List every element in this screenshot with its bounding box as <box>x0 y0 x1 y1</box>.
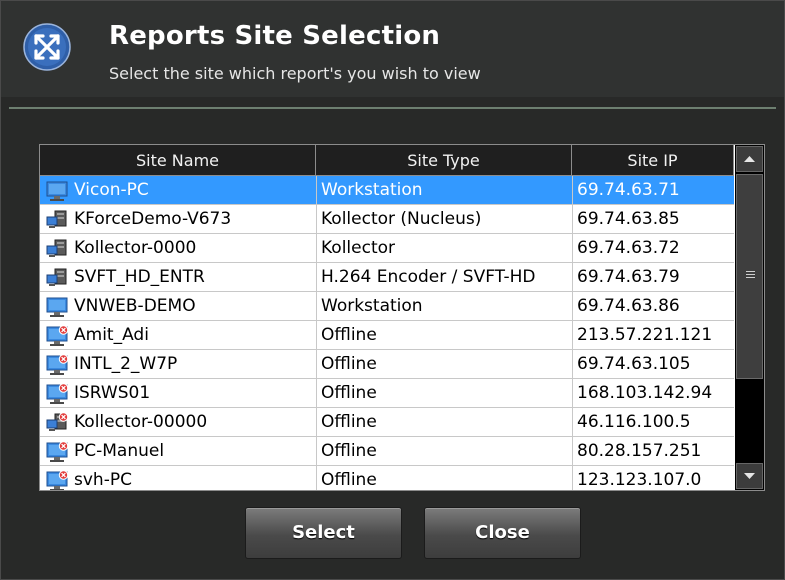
site-name-cell: Kollector-0000 <box>45 234 315 262</box>
site-type-cell: Workstation <box>321 180 423 200</box>
site-name: svh-PC <box>74 470 132 490</box>
workstation-offline-icon <box>45 354 69 376</box>
site-type-cell: Offline <box>321 470 377 490</box>
site-name: Kollector-00000 <box>74 412 208 432</box>
dialog-header: Reports Site Selection Select the site w… <box>1 1 784 97</box>
site-ip-cell: 46.116.100.5 <box>577 412 691 432</box>
column-divider <box>572 176 573 490</box>
grip-icon <box>746 271 755 280</box>
table-row[interactable]: Vicon-PC Workstation 69.74.63.71 <box>40 176 734 205</box>
site-name: INTL_2_W7P <box>74 354 178 374</box>
site-ip-cell: 69.74.63.72 <box>577 238 680 258</box>
table-row[interactable]: KForceDemo-V673 Kollector (Nucleus) 69.74.… <box>40 205 734 234</box>
site-type-cell: Offline <box>321 383 377 403</box>
vertical-scrollbar[interactable] <box>735 145 764 490</box>
site-name: VNWEB-DEMO <box>74 296 196 316</box>
column-header-site-type[interactable]: Site Type <box>316 145 572 175</box>
table-body: Vicon-PC Workstation 69.74.63.71 KForceDemo… <box>40 176 734 490</box>
site-ip-cell: 80.28.157.251 <box>577 441 702 461</box>
column-header-site-ip[interactable]: Site IP <box>572 145 734 175</box>
site-type-cell: H.264 Encoder / SVFT-HD <box>321 267 536 287</box>
dialog-title: Reports Site Selection <box>109 21 441 51</box>
site-name-cell: VNWEB-DEMO <box>45 292 315 320</box>
column-divider <box>316 176 317 490</box>
site-ip-cell: 69.74.63.86 <box>577 296 680 316</box>
site-name-cell: ISRWS01 <box>45 379 315 407</box>
site-name: Kollector-0000 <box>74 238 197 258</box>
close-button[interactable]: Close <box>424 507 581 559</box>
table-row[interactable]: ISRWS01 Offline 168.103.142.94 <box>40 379 734 408</box>
scrollbar-thumb[interactable] <box>736 174 763 379</box>
server-icon <box>45 267 69 289</box>
server-icon <box>45 209 69 231</box>
reports-site-selection-dialog: Reports Site Selection Select the site w… <box>0 0 785 580</box>
table-row[interactable]: Amit_Adi Offline 213.57.221.121 <box>40 321 734 350</box>
site-ip-cell: 69.74.63.71 <box>577 180 680 200</box>
header-separator <box>9 107 776 109</box>
table-row[interactable]: VNWEB-DEMO Workstation 69.74.63.86 <box>40 292 734 321</box>
workstation-offline-icon <box>45 325 69 347</box>
server-icon <box>45 238 69 260</box>
site-ip-cell: 213.57.221.121 <box>577 325 713 345</box>
workstation-icon <box>45 296 69 318</box>
site-type-cell: Offline <box>321 441 377 461</box>
site-name-cell: Vicon-PC <box>45 176 315 204</box>
server-offline-icon <box>45 412 69 434</box>
site-name-cell: Amit_Adi <box>45 321 315 349</box>
site-ip-cell: 69.74.63.85 <box>577 209 680 229</box>
site-type-cell: Workstation <box>321 296 423 316</box>
site-type-cell: Kollector <box>321 238 396 258</box>
site-ip-cell: 69.74.63.105 <box>577 354 691 374</box>
triangle-up-icon <box>744 156 755 162</box>
table-row[interactable]: INTL_2_W7P Offline 69.74.63.105 <box>40 350 734 379</box>
table-row[interactable]: Kollector-0000 Kollector 69.74.63.72 <box>40 234 734 263</box>
site-name-cell: Kollector-00000 <box>45 408 315 436</box>
site-name: SVFT_HD_ENTR <box>74 267 205 287</box>
site-name: ISRWS01 <box>74 383 151 403</box>
scroll-up-button[interactable] <box>736 146 763 172</box>
site-type-cell: Offline <box>321 325 377 345</box>
site-name-cell: KForceDemo-V673 <box>45 205 315 233</box>
site-name: PC-Manuel <box>74 441 165 461</box>
table-header: Site Name Site Type Site IP <box>40 145 734 176</box>
table-row[interactable]: svh-PC Offline 123.123.107.0 <box>40 466 734 490</box>
site-name: KForceDemo-V673 <box>74 209 232 229</box>
table-row[interactable]: SVFT_HD_ENTR H.264 Encoder / SVFT-HD 69.74… <box>40 263 734 292</box>
crossed-arrows-logo-icon <box>23 23 71 71</box>
site-name: Amit_Adi <box>74 325 149 345</box>
site-type-cell: Offline <box>321 412 377 432</box>
workstation-offline-icon <box>45 470 69 490</box>
site-type-cell: Kollector (Nucleus) <box>321 209 482 229</box>
site-ip-cell: 168.103.142.94 <box>577 383 713 403</box>
dialog-subtitle: Select the site which report's you wish … <box>109 64 481 83</box>
site-name-cell: PC-Manuel <box>45 437 315 465</box>
scroll-down-button[interactable] <box>736 463 763 489</box>
site-ip-cell: 123.123.107.0 <box>577 470 702 490</box>
table-row[interactable]: Kollector-00000 Offline 46.116.100.5 <box>40 408 734 437</box>
workstation-icon <box>45 180 69 202</box>
site-name: Vicon-PC <box>74 180 149 200</box>
site-type-cell: Offline <box>321 354 377 374</box>
triangle-down-icon <box>744 473 755 479</box>
site-ip-cell: 69.74.63.79 <box>577 267 680 287</box>
select-button[interactable]: Select <box>245 507 402 559</box>
workstation-offline-icon <box>45 383 69 405</box>
workstation-offline-icon <box>45 441 69 463</box>
site-name-cell: INTL_2_W7P <box>45 350 315 378</box>
site-name-cell: svh-PC <box>45 466 315 490</box>
table-row[interactable]: PC-Manuel Offline 80.28.157.251 <box>40 437 734 466</box>
site-table[interactable]: Site Name Site Type Site IP Vicon-PC Work… <box>39 144 765 491</box>
column-header-site-name[interactable]: Site Name <box>40 145 316 175</box>
site-name-cell: SVFT_HD_ENTR <box>45 263 315 291</box>
